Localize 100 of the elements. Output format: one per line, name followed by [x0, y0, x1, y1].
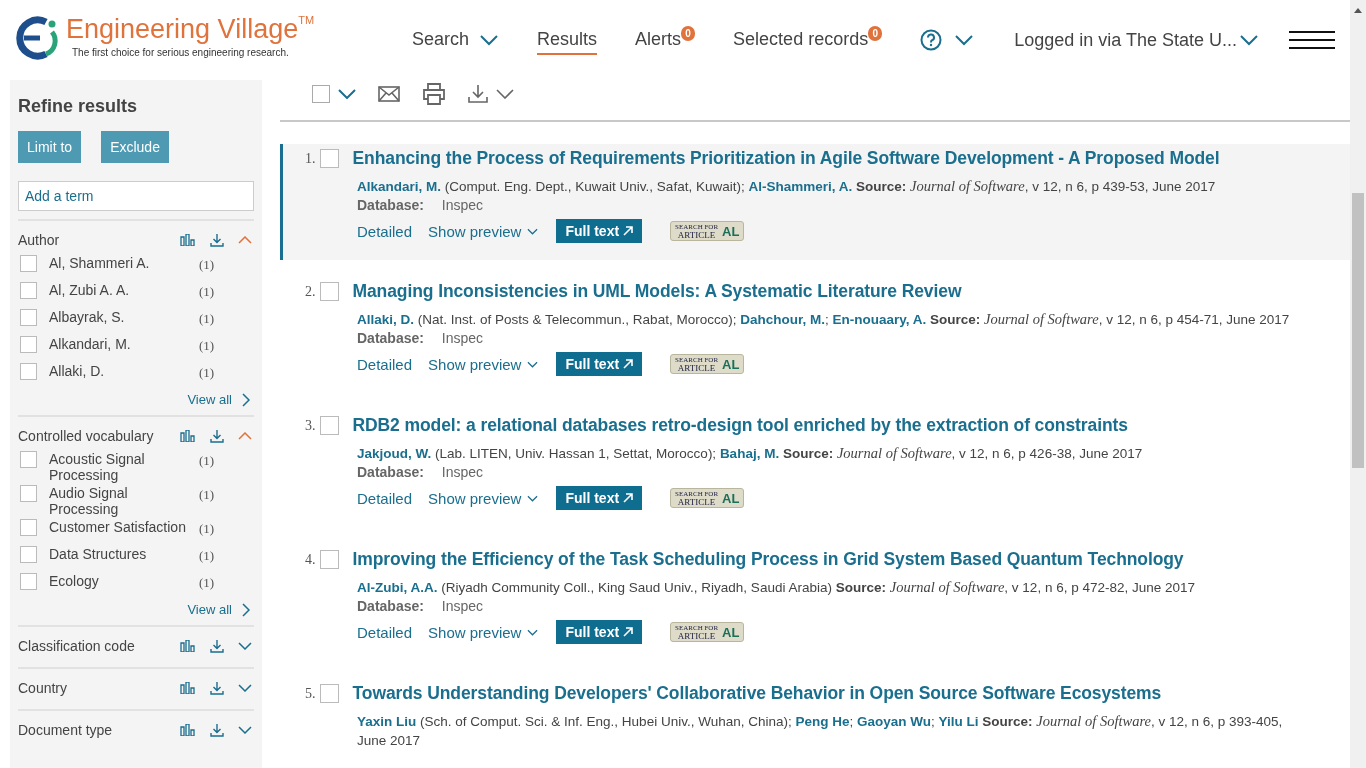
full-text-button[interactable]: Full text: [556, 620, 643, 644]
detailed-link[interactable]: Detailed: [357, 222, 413, 240]
checkbox[interactable]: [319, 550, 339, 569]
facet-option[interactable]: Al, Shammeri A.: [49, 255, 199, 271]
chevron-up-icon[interactable]: [238, 432, 252, 440]
author-link[interactable]: Gaoyan Wu: [857, 714, 931, 729]
help-icon[interactable]: [920, 29, 943, 51]
bar-chart-icon[interactable]: [180, 682, 196, 694]
show-preview-link[interactable]: Show preview: [428, 623, 539, 641]
term-field[interactable]: Add a term: [18, 181, 254, 211]
download-icon[interactable]: [210, 233, 224, 247]
checkbox[interactable]: [20, 451, 37, 468]
filter-button[interactable]: Limit to: [18, 131, 82, 163]
bar-chart-icon[interactable]: [180, 430, 196, 442]
checkbox[interactable]: [20, 485, 37, 502]
chevron-down-icon[interactable]: [338, 89, 356, 99]
bar-chart-icon[interactable]: [180, 724, 196, 736]
select-all-checkbox[interactable]: [312, 85, 330, 103]
detailed-link[interactable]: Detailed: [357, 623, 413, 641]
checkbox[interactable]: [20, 546, 37, 563]
nav-link[interactable]: Selected records: [733, 25, 869, 55]
checkbox[interactable]: [319, 684, 339, 703]
facet-count: (1): [199, 311, 215, 327]
checkbox[interactable]: [20, 309, 37, 326]
checkbox[interactable]: [20, 255, 37, 272]
facet-option[interactable]: Customer Satisfaction: [49, 519, 199, 535]
view-all-link[interactable]: View all: [187, 392, 250, 407]
bar-chart-icon[interactable]: [180, 640, 196, 652]
view-all-link[interactable]: View all: [187, 602, 250, 617]
result-title-link[interactable]: Towards Understanding Developers' Collaborative Behavior in Open Source Software Ecosystems: [352, 683, 1162, 704]
facet-option[interactable]: Data Structures: [49, 546, 199, 562]
nav-menu[interactable]: Search: [412, 25, 500, 55]
author-link[interactable]: Dahchour, M.: [740, 312, 825, 327]
facet-title[interactable]: Controlled vocabulary: [18, 428, 180, 444]
author-link[interactable]: Al-Shammeri, A.: [748, 179, 853, 194]
checkbox[interactable]: [319, 416, 339, 435]
facet-title[interactable]: Country: [18, 680, 180, 696]
facet-option[interactable]: Ecology: [49, 573, 199, 589]
full-text-button[interactable]: Full text: [556, 352, 643, 376]
checkbox[interactable]: [319, 282, 339, 301]
chevron-down-icon[interactable]: [954, 34, 975, 46]
print-icon[interactable]: [422, 83, 446, 105]
facet-option[interactable]: Albayrak, S.: [49, 309, 199, 325]
full-text-button[interactable]: Full text: [556, 486, 643, 510]
external-link-icon: [623, 493, 634, 503]
menu-icon[interactable]: [1289, 30, 1335, 50]
full-text-button[interactable]: Full text: [556, 219, 643, 243]
author-link[interactable]: Al-Zubi, A.A.: [357, 580, 438, 595]
facet-count: (1): [199, 575, 215, 591]
chevron-down-icon[interactable]: [238, 684, 252, 692]
chevron-down-icon[interactable]: [238, 642, 252, 650]
checkbox[interactable]: [20, 282, 37, 299]
result-title-link[interactable]: RDB2 model: a relational databases retro-design tool enriched by the extraction of constraints: [352, 415, 1128, 436]
result-title-link[interactable]: Enhancing the Process of Requirements Prioritization in Agile Software Development - A Proposed Model: [352, 148, 1220, 169]
show-preview-link[interactable]: Show preview: [428, 355, 539, 373]
chevron-up-icon[interactable]: [238, 236, 252, 244]
author-link[interactable]: Allaki, D.: [357, 312, 415, 327]
chevron-down-icon: [527, 227, 539, 235]
detailed-link[interactable]: Detailed: [357, 489, 413, 507]
facet-title[interactable]: Document type: [18, 722, 180, 738]
download-icon[interactable]: [210, 723, 224, 737]
nav-link[interactable]: Alerts: [635, 25, 682, 55]
download-icon[interactable]: [468, 85, 488, 103]
checkbox[interactable]: [20, 519, 37, 536]
show-preview-link[interactable]: Show preview: [428, 222, 539, 240]
checkbox[interactable]: [20, 573, 37, 590]
facet-option[interactable]: Audio Signal Processing: [49, 485, 199, 517]
chevron-down-icon: [527, 360, 539, 368]
bar-chart-icon[interactable]: [180, 234, 196, 246]
checkbox[interactable]: [319, 149, 339, 168]
result-title-link[interactable]: Managing Inconsistencies in UML Models: A Systematic Literature Review: [352, 281, 962, 302]
facet-option[interactable]: Acoustic Signal Processing: [49, 451, 199, 483]
scrollbar[interactable]: [1350, 0, 1366, 768]
chevron-down-icon[interactable]: [496, 89, 514, 99]
download-icon[interactable]: [210, 639, 224, 653]
account-menu[interactable]: Logged in via The State U...: [1014, 29, 1259, 51]
facet-title[interactable]: Classification code: [18, 638, 180, 654]
author-link[interactable]: En-nouaary, A.: [832, 312, 927, 327]
author-link[interactable]: Yilu Li: [938, 714, 979, 729]
email-icon[interactable]: [378, 86, 400, 102]
checkbox[interactable]: [20, 336, 37, 353]
download-icon[interactable]: [210, 429, 224, 443]
author-link[interactable]: Yaxin Liu: [357, 714, 417, 729]
facet-option[interactable]: Al, Zubi A. A.: [49, 282, 199, 298]
nav-link[interactable]: Results: [537, 25, 598, 55]
checkbox[interactable]: [20, 363, 37, 380]
facet-title[interactable]: Author: [18, 232, 180, 248]
facet-option[interactable]: Alkandari, M.: [49, 336, 199, 352]
author-link[interactable]: Alkandari, M.: [357, 179, 442, 194]
result-title-link[interactable]: Improving the Efficiency of the Task Scheduling Process in Grid System Based Quantum Technology: [352, 549, 1184, 570]
author-link[interactable]: Jakjoud, W.: [357, 446, 432, 461]
show-preview-link[interactable]: Show preview: [428, 489, 539, 507]
chevron-down-icon[interactable]: [238, 726, 252, 734]
author-link[interactable]: Bahaj, M.: [719, 446, 780, 461]
filter-button[interactable]: Exclude: [101, 131, 169, 163]
scroll-up-icon[interactable]: [1354, 8, 1362, 13]
facet-option[interactable]: Allaki, D.: [49, 363, 199, 379]
download-icon[interactable]: [210, 681, 224, 695]
detailed-link[interactable]: Detailed: [357, 355, 413, 373]
database-name: Inspec: [441, 598, 484, 614]
